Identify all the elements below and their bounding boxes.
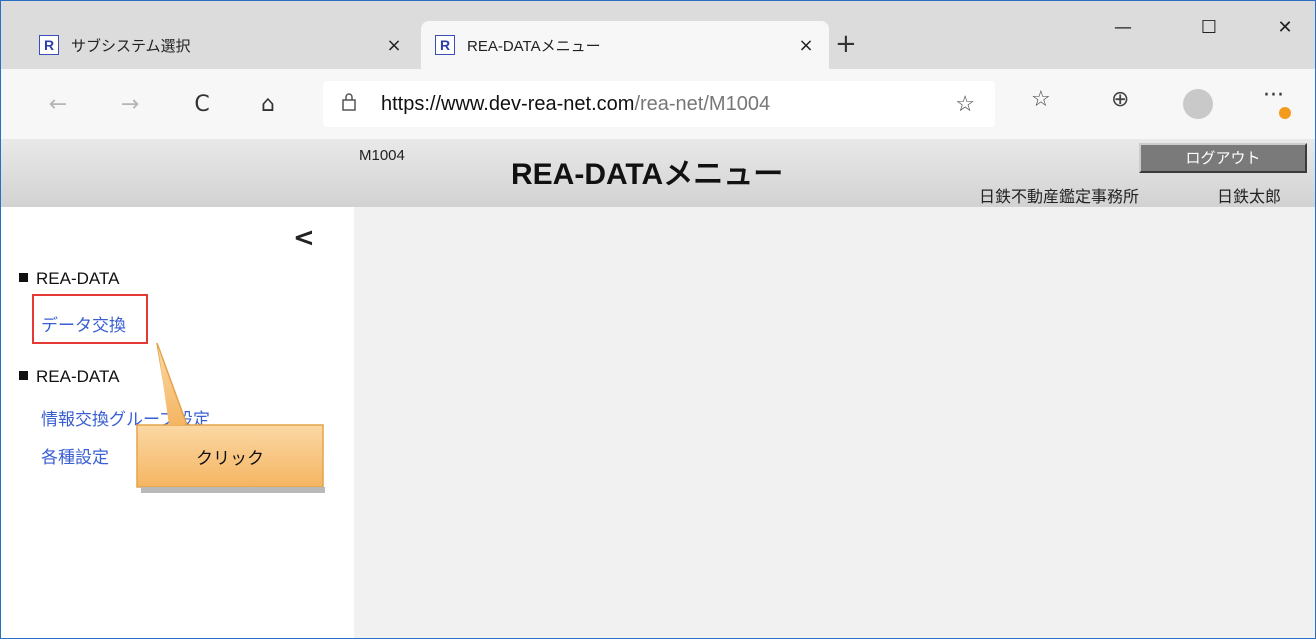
profile-icon[interactable] [1183,89,1213,119]
square-bullet-icon [19,273,28,283]
browser-window: R サブシステム選択 × R REA-DATAメニュー × + — ☐ ✕ ← … [0,0,1316,639]
tab-rea-data-menu[interactable]: R REA-DATAメニュー × [421,21,829,69]
callout-text: クリック [196,448,264,469]
home-button[interactable]: ⌂ [253,89,283,119]
tab-strip: R サブシステム選択 × R REA-DATAメニュー × + — ☐ ✕ [1,1,1315,69]
tab-title: サブシステム選択 [71,37,191,55]
section-heading: REA-DATA [19,269,119,289]
add-favorite-icon[interactable]: ☆ [955,91,975,117]
tab-close-icon[interactable]: × [791,35,821,56]
url-path: /rea-net/M1004 [634,92,771,115]
minimize-button[interactable]: — [1103,17,1143,38]
tab-subsystem-select[interactable]: R サブシステム選択 × [25,21,417,69]
browser-toolbar: ← → C ⌂ https://www.dev-rea-net.com/rea-… [1,69,1315,139]
collections-icon[interactable]: ⊕ [1111,87,1129,112]
page-title: REA-DATAメニュー [511,158,784,191]
rea-favicon-icon: R [39,35,59,55]
tab-title: REA-DATAメニュー [467,37,601,55]
screen-id: M1004 [359,147,405,164]
url-host: https://www.dev-rea-net.com [381,92,635,115]
app-header: M1004 REA-DATAメニュー ログアウト 日鉄不動産鑑定事務所 日鉄太郎 [1,139,1315,207]
favorites-icon[interactable]: ☆ [1031,87,1051,112]
tab-close-icon[interactable]: × [379,35,409,56]
section-heading: REA-DATA [19,367,119,387]
section-heading-label: REA-DATA [36,367,120,386]
main-content [354,207,1315,638]
user-name: 日鉄太郎 [1217,187,1282,206]
lock-icon [341,92,363,116]
update-badge [1279,107,1291,119]
refresh-button[interactable]: C [187,89,217,119]
highlight-box [32,294,148,344]
back-button[interactable]: ← [43,89,73,119]
maximize-button[interactable]: ☐ [1189,17,1229,38]
square-bullet-icon [19,371,28,381]
rea-favicon-icon: R [435,35,455,55]
address-bar[interactable]: https://www.dev-rea-net.com/rea-net/M100… [323,81,995,127]
forward-button[interactable]: → [115,89,145,119]
more-icon[interactable]: ··· [1263,83,1284,108]
menu-link-various-settings[interactable]: 各種設定 [41,443,109,468]
section-heading-label: REA-DATA [36,269,120,288]
logout-button[interactable]: ログアウト [1139,143,1307,173]
collapse-sidebar-icon[interactable]: < [293,223,315,253]
close-window-button[interactable]: ✕ [1265,17,1305,38]
new-tab-button[interactable]: + [835,31,857,57]
organization-name: 日鉄不動産鑑定事務所 [979,187,1140,206]
